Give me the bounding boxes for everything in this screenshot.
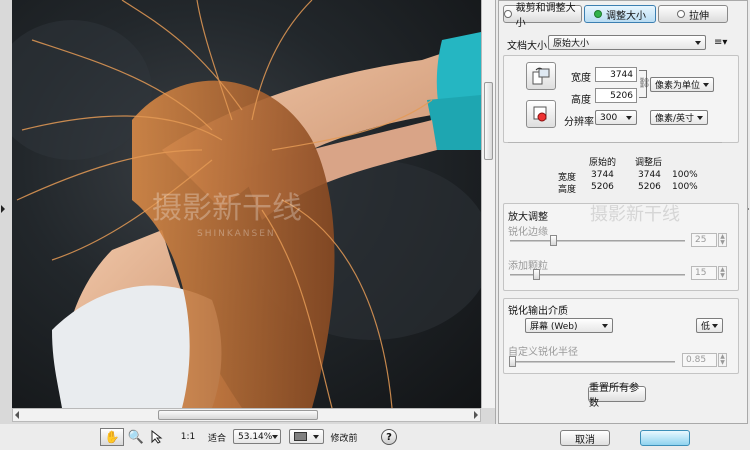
- width-label: 宽度: [571, 73, 591, 84]
- chevron-down-icon: [703, 82, 709, 87]
- radius-label: 自定义锐化半径: [508, 347, 578, 358]
- ok-button[interactable]: [640, 430, 690, 446]
- chain-link-icon[interactable]: ⛓: [638, 78, 651, 89]
- add-grain-input[interactable]: 15: [691, 266, 717, 280]
- chevron-down-icon: [602, 323, 608, 328]
- radius-track[interactable]: [510, 361, 675, 363]
- tab-label: 调整大小: [606, 10, 646, 22]
- add-grain-slider[interactable]: [533, 269, 540, 280]
- photo-illustration: 摄影新干线 SHINKANSEN: [12, 0, 481, 408]
- preview-image[interactable]: 摄影新干线 SHINKANSEN: [12, 0, 481, 408]
- help-icon: ?: [381, 429, 397, 445]
- resolution-unit-value: 像素/英寸: [655, 114, 695, 124]
- resolution-value: 300: [600, 112, 618, 123]
- watermark-text: 摄影新干线: [152, 191, 302, 226]
- vertical-scroll-thumb[interactable]: [484, 82, 493, 160]
- output-title: 锐化输出介质: [508, 306, 568, 317]
- height-label: 高度: [571, 95, 591, 106]
- chevron-down-icon: [272, 434, 279, 439]
- spinner-icon[interactable]: ▲ ▼: [718, 353, 727, 367]
- tab-radio-icon: [677, 10, 685, 18]
- resample-button[interactable]: [526, 100, 556, 128]
- reset-all-button[interactable]: 重置所有参数: [588, 383, 646, 409]
- zoom-dropdown[interactable]: 53.14%: [233, 429, 281, 444]
- height-input[interactable]: 5206: [595, 88, 637, 103]
- tab-label: 裁剪和调整大小: [515, 3, 576, 29]
- tab-radio-icon: [504, 10, 512, 18]
- help-button[interactable]: ?: [377, 428, 401, 446]
- row-height-after: 5206: [638, 182, 661, 192]
- output-level-dropdown[interactable]: 低: [696, 318, 723, 333]
- watermark-panel: 摄影新干线: [590, 204, 680, 225]
- rotate-icon: [532, 67, 550, 85]
- resolution-unit-dropdown[interactable]: 像素/英寸: [650, 110, 708, 125]
- scroll-left-icon[interactable]: [15, 411, 19, 419]
- row-width-pct: 100%: [672, 170, 698, 180]
- col-original: 原始的: [589, 158, 617, 168]
- spinner-icon[interactable]: ▲ ▼: [718, 266, 727, 280]
- tab-label: 拉伸: [689, 10, 709, 22]
- enlarge-title: 放大调整: [508, 212, 548, 223]
- row-height-pct: 100%: [672, 182, 698, 192]
- sharpen-edges-slider[interactable]: [550, 235, 557, 246]
- resolution-label: 分辨率: [564, 117, 594, 128]
- collapse-left-icon[interactable]: [1, 205, 5, 213]
- zoom-tool-icon[interactable]: 🔍: [127, 428, 145, 446]
- radius-input[interactable]: 0.85: [682, 353, 717, 367]
- col-after: 调整后: [635, 158, 663, 168]
- output-level-value: 低: [701, 322, 711, 332]
- cancel-button[interactable]: 取消: [560, 430, 610, 446]
- before-toggle[interactable]: 修改前: [329, 428, 359, 446]
- tab-stretch[interactable]: 拉伸: [658, 5, 728, 23]
- vertical-scrollbar[interactable]: [481, 0, 495, 408]
- fit-button[interactable]: 适合: [206, 428, 228, 446]
- tab-radio-icon: [594, 10, 602, 18]
- rotate-orientation-button[interactable]: [526, 62, 556, 90]
- sharpen-edges-input[interactable]: 25: [691, 233, 717, 247]
- chevron-down-icon: [626, 115, 632, 120]
- doc-size-dropdown[interactable]: 原始大小: [548, 35, 706, 50]
- row-height-label: 高度: [558, 185, 577, 195]
- background-color-dropdown[interactable]: [289, 429, 324, 444]
- row-width-after: 3744: [638, 170, 661, 180]
- spinner-icon[interactable]: ▲ ▼: [718, 233, 727, 247]
- sharpen-edges-track[interactable]: [510, 240, 685, 242]
- svg-text:SHINKANSEN: SHINKANSEN: [197, 229, 276, 239]
- sharpen-edges-label: 锐化边缘: [508, 227, 548, 238]
- resolution-dropdown[interactable]: 300: [595, 110, 637, 125]
- chevron-down-icon: [712, 323, 718, 328]
- horizontal-scroll-thumb[interactable]: [158, 410, 318, 420]
- row-height-original: 5206: [591, 182, 614, 192]
- hand-tool-icon[interactable]: ✋: [100, 428, 124, 446]
- chevron-down-icon: [697, 115, 703, 120]
- tab-resize[interactable]: 调整大小: [584, 5, 656, 23]
- divider: [508, 142, 722, 143]
- zoom-1to1-button[interactable]: 1:1: [180, 428, 196, 446]
- menu-icon[interactable]: ≡▾: [714, 37, 727, 48]
- width-input[interactable]: 3744: [595, 67, 637, 82]
- color-swatch: [294, 432, 307, 441]
- add-grain-label: 添加颗粒: [508, 261, 548, 272]
- radius-slider[interactable]: [509, 356, 516, 367]
- doc-size-label: 文档大小: [507, 41, 547, 52]
- select-tool-icon[interactable]: [148, 428, 166, 446]
- horizontal-scrollbar[interactable]: [12, 408, 481, 422]
- unit-dropdown[interactable]: 像素为单位: [650, 77, 714, 92]
- row-width-original: 3744: [591, 170, 614, 180]
- chevron-down-icon: [313, 434, 319, 439]
- zoom-value: 53.14%: [238, 431, 273, 442]
- resample-icon: [533, 106, 547, 122]
- output-medium-value: 屏幕 (Web): [530, 322, 578, 332]
- tab-crop-resize[interactable]: 裁剪和调整大小: [503, 3, 582, 29]
- scroll-right-icon[interactable]: [474, 411, 478, 419]
- chevron-down-icon: [695, 40, 701, 45]
- doc-size-value: 原始大小: [553, 39, 590, 49]
- unit-value: 像素为单位: [655, 81, 701, 91]
- output-medium-dropdown[interactable]: 屏幕 (Web): [525, 318, 613, 333]
